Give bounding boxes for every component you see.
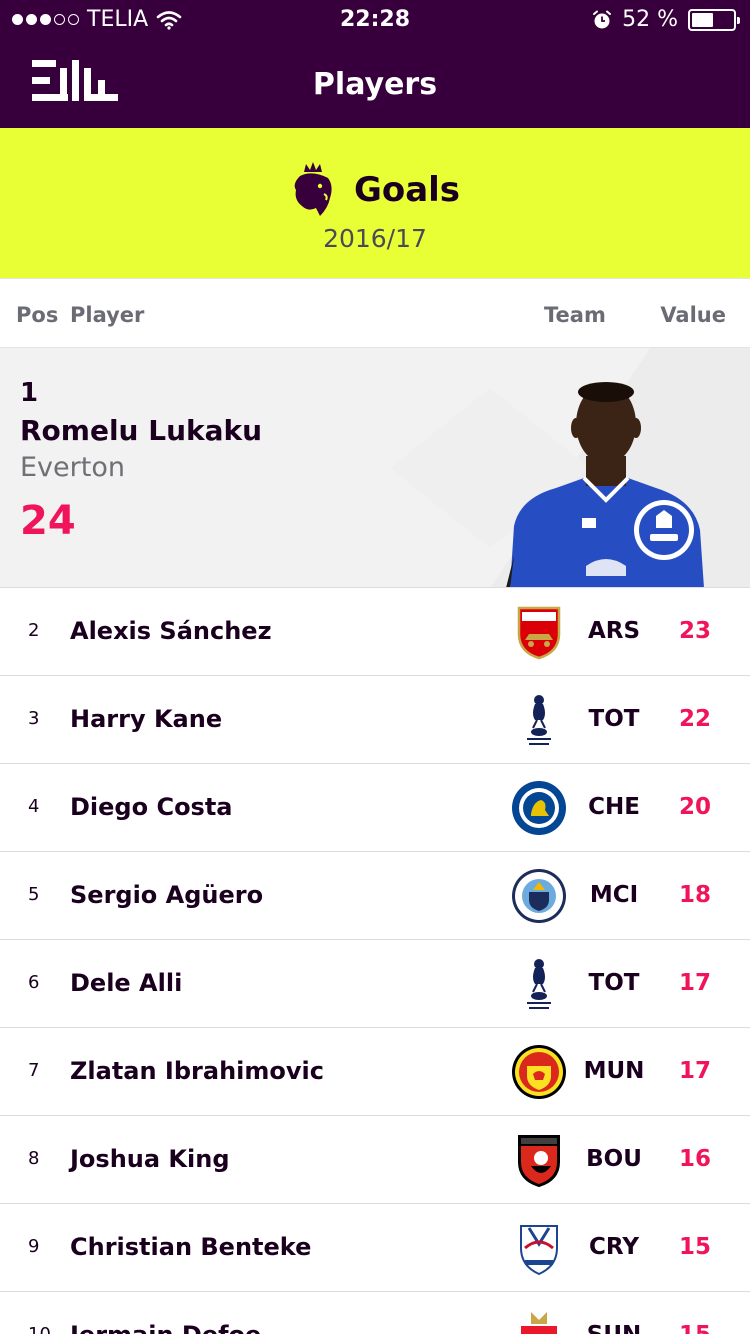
row-value: 15 (678, 1234, 711, 1260)
row-value: 17 (678, 970, 711, 996)
battery-level (692, 12, 713, 27)
row-value: 16 (678, 1146, 711, 1172)
row-team-code: SUN (574, 1322, 654, 1334)
status-bar: TELIA 22:28 52 % (0, 0, 750, 40)
player-photo (506, 382, 704, 587)
battery-icon (688, 8, 740, 31)
row-team-code: BOU (586, 1146, 642, 1172)
player-row[interactable]: 2 Alexis Sánchez ARS 23 (0, 588, 750, 676)
row-player-name: Zlatan Ibrahimovic (70, 1057, 324, 1085)
leader-value: 24 (20, 498, 76, 544)
premier-league-lion-icon (294, 162, 332, 216)
row-value: 22 (678, 706, 711, 732)
row-value: 17 (678, 1058, 711, 1084)
chelsea-crest-icon (512, 781, 566, 835)
row-team-code: CRY (589, 1234, 639, 1260)
leader-name: Romelu Lukaku (20, 414, 263, 447)
sunderland-crest-icon (521, 1312, 557, 1334)
player-row[interactable]: 4 Diego Costa CHE 20 (0, 764, 750, 852)
row-pos: 9 (28, 1236, 40, 1257)
leader-team: Everton (20, 452, 125, 483)
header-team: Team (544, 303, 606, 327)
row-pos: 3 (28, 708, 40, 729)
battery-percent: 52 % (622, 7, 678, 32)
mancity-crest-icon (512, 869, 566, 923)
player-row[interactable]: 8 Joshua King BOU 16 (0, 1116, 750, 1204)
row-pos: 8 (28, 1148, 40, 1169)
leader-pos: 1 (20, 378, 39, 408)
header-value: Value (660, 303, 726, 327)
palace-crest-icon (520, 1225, 558, 1276)
row-player-name: Dele Alli (70, 969, 183, 997)
season-label: 2016/17 (323, 224, 427, 253)
player-row[interactable]: 10 Jermain Defoe SUN 15 (0, 1292, 750, 1334)
row-player-name: Joshua King (70, 1145, 230, 1173)
row-value: 23 (678, 618, 711, 644)
manutd-crest-icon (512, 1045, 566, 1099)
row-pos: 5 (28, 884, 40, 905)
page-title: Players (312, 67, 438, 102)
row-pos: 7 (28, 1060, 40, 1081)
header-pos: Pos (16, 303, 59, 327)
row-value: 15 (664, 1322, 726, 1334)
row-player-name: Harry Kane (70, 705, 223, 733)
row-team-code: CHE (588, 794, 640, 820)
row-team-code: MUN (583, 1058, 645, 1084)
status-right: 52 % (592, 7, 740, 32)
row-player-name: Christian Benteke (70, 1233, 312, 1261)
tottenham-crest-icon (527, 695, 551, 745)
nav-bar: Players (0, 40, 750, 128)
player-row[interactable]: 9 Christian Benteke CRY 15 (0, 1204, 750, 1292)
row-pos: 10 (28, 1324, 51, 1334)
stat-title: Goals (353, 170, 461, 210)
row-team-code: MCI (589, 882, 639, 908)
alarm-clock-icon (593, 10, 612, 28)
header-player: Player (70, 303, 145, 327)
player-row[interactable]: 5 Sergio Agüero MCI 18 (0, 852, 750, 940)
player-row[interactable]: 3 Harry Kane TOT 22 (0, 676, 750, 764)
row-pos: 2 (28, 620, 40, 641)
player-row[interactable]: 6 Dele Alli TOT 17 (0, 940, 750, 1028)
row-value: 18 (678, 882, 711, 908)
leader-card[interactable]: 1 Romelu Lukaku Everton 24 (0, 348, 750, 588)
player-row[interactable]: 7 Zlatan Ibrahimovic MUN 17 (0, 1028, 750, 1116)
row-pos: 6 (28, 972, 40, 993)
bournemouth-crest-icon (518, 1135, 560, 1188)
row-player-name: Jermain Defoe (70, 1321, 261, 1334)
player-list: 2 Alexis Sánchez ARS 23 3 Harry Kane TOT 22 4 Die… (0, 588, 750, 1334)
row-player-name: Sergio Agüero (70, 881, 264, 909)
stat-title-row: Goals (0, 162, 750, 218)
tottenham-crest-icon (527, 959, 551, 1009)
table-header: Pos Player Team Value (0, 278, 750, 348)
row-player-name: Diego Costa (70, 793, 233, 821)
row-team-code: TOT (588, 970, 640, 996)
row-team-code: TOT (588, 706, 640, 732)
row-pos: 4 (28, 796, 40, 817)
row-team-code: ARS (587, 618, 641, 644)
arsenal-crest-icon (517, 606, 561, 660)
row-value: 20 (678, 794, 711, 820)
stat-header: Goals 2016/17 (0, 128, 750, 278)
row-player-name: Alexis Sánchez (70, 617, 272, 645)
